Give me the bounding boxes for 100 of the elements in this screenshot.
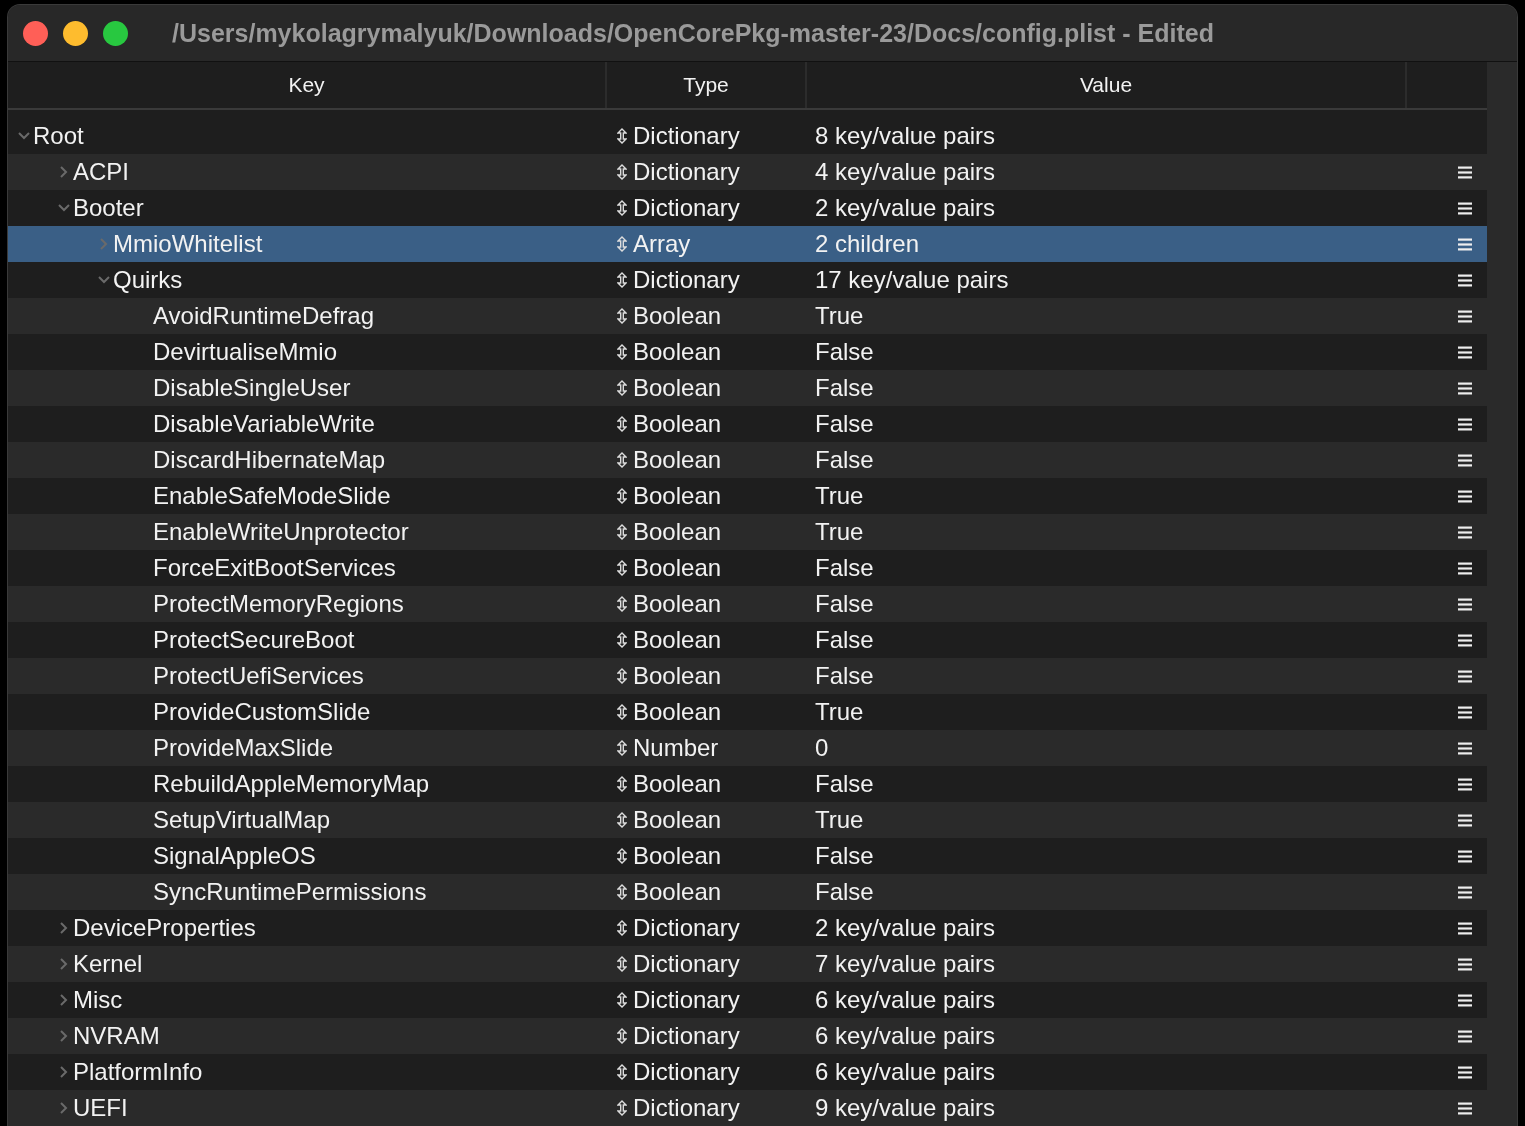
up-down-arrows-icon[interactable]: [617, 452, 627, 468]
up-down-arrows-icon[interactable]: [617, 416, 627, 432]
drag-handle-icon[interactable]: [1458, 957, 1472, 971]
drag-handle-icon[interactable]: [1458, 597, 1472, 611]
up-down-arrows-icon[interactable]: [617, 200, 627, 216]
column-header[interactable]: Type: [607, 62, 807, 108]
drag-handle-icon[interactable]: [1458, 237, 1472, 251]
key-text: SetupVirtualMap: [153, 806, 330, 834]
up-down-arrows-icon[interactable]: [617, 704, 627, 720]
drag-handle-icon[interactable]: [1458, 561, 1472, 575]
up-down-arrows-icon[interactable]: [617, 344, 627, 360]
up-down-arrows-icon[interactable]: [617, 560, 627, 576]
table-row[interactable]: ProvideMaxSlide Number 0: [8, 730, 1487, 766]
drag-handle-icon[interactable]: [1458, 1101, 1472, 1115]
drag-handle-icon[interactable]: [1458, 633, 1472, 647]
table-row[interactable]: DiscardHibernateMap Boolean False: [8, 442, 1487, 478]
value-text: 6 key/value pairs: [815, 1058, 996, 1086]
table-row[interactable]: EnableWriteUnprotector Boolean True: [8, 514, 1487, 550]
chevron-right-icon[interactable]: [58, 922, 70, 934]
drag-handle-icon[interactable]: [1458, 669, 1472, 683]
type-text: Boolean: [633, 446, 722, 474]
column-header[interactable]: Value: [807, 62, 1407, 108]
up-down-arrows-icon[interactable]: [617, 632, 627, 648]
up-down-arrows-icon[interactable]: [617, 488, 627, 504]
column-header[interactable]: Key: [8, 62, 607, 108]
drag-handle-icon[interactable]: [1458, 489, 1472, 503]
up-down-arrows-icon[interactable]: [617, 848, 627, 864]
value-text: 0: [815, 734, 829, 762]
table-row[interactable]: UEFI Dictionary 9 key/value pairs: [8, 1090, 1487, 1126]
type-text: Boolean: [633, 554, 722, 582]
up-down-arrows-icon[interactable]: [617, 524, 627, 540]
up-down-arrows-icon[interactable]: [617, 1064, 627, 1080]
drag-handle-icon[interactable]: [1458, 345, 1472, 359]
table-row[interactable]: AvoidRuntimeDefrag Boolean True: [8, 298, 1487, 334]
chevron-right-icon[interactable]: [58, 1102, 70, 1114]
drag-handle-icon[interactable]: [1458, 921, 1472, 935]
type-text: Boolean: [633, 806, 722, 834]
chevron-right-icon[interactable]: [58, 1066, 70, 1078]
key-text: ProvideMaxSlide: [153, 734, 334, 762]
table-row[interactable]: SetupVirtualMap Boolean True: [8, 802, 1487, 838]
drag-handle-icon[interactable]: [1458, 309, 1472, 323]
drag-handle-icon[interactable]: [1458, 705, 1472, 719]
up-down-arrows-icon[interactable]: [617, 1100, 627, 1116]
type-text: Boolean: [633, 842, 722, 870]
close-button[interactable]: [23, 20, 48, 46]
up-down-arrows-icon[interactable]: [617, 668, 627, 684]
table-row[interactable]: SyncRuntimePermissions Boolean False: [8, 874, 1487, 910]
drag-handle-icon[interactable]: [1458, 381, 1472, 395]
chevron-right-icon[interactable]: [58, 994, 70, 1006]
drag-handle-icon[interactable]: [1458, 417, 1472, 431]
drag-handle-icon[interactable]: [1458, 993, 1472, 1007]
chevron-right-icon[interactable]: [58, 1030, 70, 1042]
up-down-arrows-icon[interactable]: [617, 812, 627, 828]
drag-handle-icon[interactable]: [1458, 453, 1472, 467]
chevron-right-icon[interactable]: [58, 166, 70, 178]
table-row[interactable]: MmioWhitelist Array 2 children: [8, 226, 1487, 262]
chevron-down-icon[interactable]: [18, 130, 30, 142]
minimize-button[interactable]: [63, 20, 88, 46]
drag-handle-icon[interactable]: [1458, 273, 1472, 287]
up-down-arrows-icon[interactable]: [617, 164, 627, 180]
up-down-arrows-icon[interactable]: [617, 884, 627, 900]
drag-handle-icon[interactable]: [1458, 1065, 1472, 1079]
key-text: PlatformInfo: [73, 1058, 203, 1086]
table-row[interactable]: ProtectMemoryRegions Boolean False: [8, 586, 1487, 622]
table-row[interactable]: ProtectUefiServices Boolean False: [8, 658, 1487, 694]
up-down-arrows-icon[interactable]: [617, 776, 627, 792]
drag-handle-icon[interactable]: [1458, 813, 1472, 827]
table-row[interactable]: DisableSingleUser Boolean False: [8, 370, 1487, 406]
up-down-arrows-icon[interactable]: [617, 308, 627, 324]
drag-handle-icon[interactable]: [1458, 777, 1472, 791]
key-text: RebuildAppleMemoryMap: [153, 770, 430, 798]
drag-handle-icon[interactable]: [1458, 849, 1472, 863]
up-down-arrows-icon[interactable]: [617, 956, 627, 972]
up-down-arrows-icon[interactable]: [617, 920, 627, 936]
key-text: ProvideCustomSlide: [153, 698, 371, 726]
zoom-button[interactable]: [103, 20, 128, 46]
window-title: /Users/mykolagrymalyuk/Downloads/OpenCorePkg-master-23/Docs/config.plist - Edited: [172, 18, 1214, 48]
up-down-arrows-icon[interactable]: [617, 272, 627, 288]
drag-handle-icon[interactable]: [1458, 1029, 1472, 1043]
table-row[interactable]: NVRAM Dictionary 6 key/value pairs: [8, 1018, 1487, 1054]
drag-handle-icon[interactable]: [1458, 165, 1472, 179]
up-down-arrows-icon[interactable]: [617, 1028, 627, 1044]
key-text: ProtectMemoryRegions: [153, 590, 404, 618]
table-row[interactable]: ACPI Dictionary 4 key/value pairs: [8, 154, 1487, 190]
up-down-arrows-icon[interactable]: [617, 740, 627, 756]
up-down-arrows-icon[interactable]: [617, 992, 627, 1008]
up-down-arrows-icon[interactable]: [617, 596, 627, 612]
drag-handle-icon[interactable]: [1458, 741, 1472, 755]
up-down-arrows-icon[interactable]: [617, 380, 627, 396]
chevron-down-icon[interactable]: [98, 274, 110, 286]
drag-handle-icon[interactable]: [1458, 201, 1472, 215]
up-down-arrows-icon[interactable]: [617, 128, 627, 144]
drag-handle-icon[interactable]: [1458, 525, 1472, 539]
chevron-right-icon[interactable]: [58, 958, 70, 970]
key-text: DevirtualiseMmio: [153, 338, 338, 366]
value-text: 2 children: [815, 230, 920, 258]
table-row[interactable]: Kernel Dictionary 7 key/value pairs: [8, 946, 1487, 982]
chevron-down-icon[interactable]: [58, 202, 70, 214]
drag-handle-icon[interactable]: [1458, 885, 1472, 899]
value-text: False: [815, 626, 874, 654]
